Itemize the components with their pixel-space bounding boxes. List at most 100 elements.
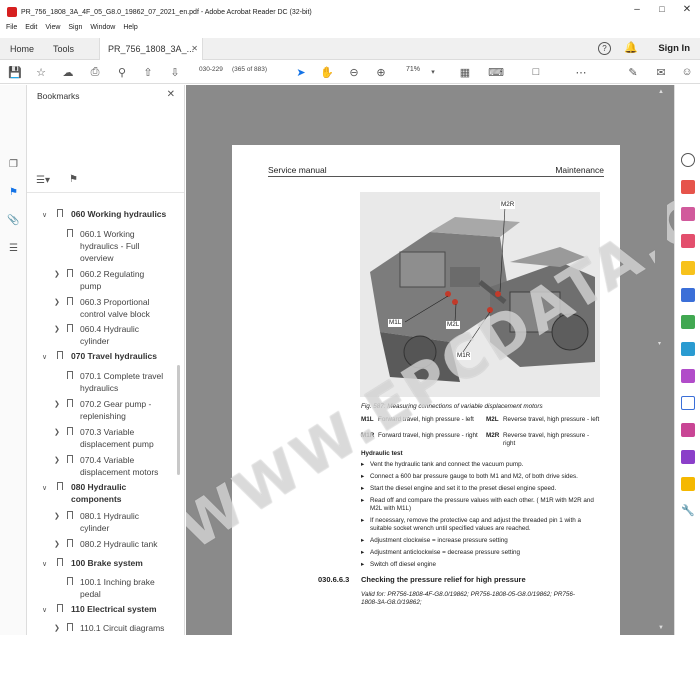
bookmarks-panel-icon[interactable]: ⚑	[7, 186, 20, 199]
bookmark-search-icon[interactable]: ⚑	[69, 174, 78, 185]
bookmark-070-4[interactable]: 070.4 Variable displacement motors	[80, 454, 172, 478]
help-icon[interactable]: ?	[598, 42, 611, 55]
chevron-down-icon[interactable]: ▾	[426, 65, 440, 79]
create-pdf-icon[interactable]	[681, 207, 695, 221]
chevron-right-icon[interactable]: ❯	[54, 270, 60, 278]
acrobat-app-icon	[7, 7, 17, 17]
stamp-icon[interactable]	[681, 477, 695, 491]
chevron-down-icon[interactable]: ∨	[42, 353, 47, 361]
scroll-up-icon[interactable]: ▲	[658, 89, 664, 95]
enhance-scans-icon[interactable]	[681, 342, 695, 356]
sign-in-link[interactable]: Sign In	[658, 43, 690, 54]
tab-document[interactable]: PR_756_1808_3A_... ✕	[99, 38, 203, 60]
maximize-button[interactable]: □	[653, 4, 671, 14]
chevron-right-icon[interactable]: ❯	[54, 400, 60, 408]
export-pdf-icon[interactable]	[681, 180, 695, 194]
close-panel-icon[interactable]: ✕	[167, 89, 175, 100]
bookmark-080[interactable]: 080 Hydraulic components	[71, 481, 151, 505]
bookmark-070-3[interactable]: 070.3 Variable displacement pump	[80, 426, 172, 450]
bookmark-110[interactable]: 110 Electrical system	[71, 603, 179, 615]
chevron-right-icon[interactable]: ❯	[54, 428, 60, 436]
organize-pages-icon[interactable]	[681, 315, 695, 329]
chevron-right-icon[interactable]: ❯	[54, 456, 60, 464]
wrench-icon[interactable]: 🔧	[681, 504, 695, 518]
fill-sign-icon[interactable]	[681, 369, 695, 383]
bookmark-070-2[interactable]: 070.2 Gear pump - replenishing	[80, 398, 164, 422]
close-tab-icon[interactable]: ✕	[191, 38, 198, 60]
send-comments-icon[interactable]	[681, 450, 695, 464]
bookmark-070[interactable]: 070 Travel hydraulics	[71, 350, 179, 362]
left-nav-strip: ❐ ⚑ 📎 ☰	[0, 85, 27, 635]
page-down-icon[interactable]: ⇩	[168, 65, 182, 79]
tab-bar: Home Tools PR_756_1808_3A_... ✕ ? 🔔 Sign…	[0, 38, 700, 60]
chevron-right-icon[interactable]: ❯	[54, 298, 60, 306]
zoom-out-icon[interactable]: ⊖	[347, 65, 361, 79]
step-4: Read off and compare the pressure values…	[370, 497, 594, 512]
bookmark-star-icon[interactable]: ☆	[34, 65, 48, 79]
scroll-down-icon[interactable]: ▼	[658, 625, 664, 631]
sign-pen-icon[interactable]: ✎	[626, 65, 640, 79]
protect-icon[interactable]	[681, 396, 695, 410]
bookmark-icon	[67, 399, 73, 410]
bookmark-icon	[57, 604, 63, 615]
bookmark-icon	[67, 455, 73, 466]
request-sign-icon[interactable]	[681, 423, 695, 437]
document-scrollbar[interactable]: ▲ ▾ ▼	[655, 85, 667, 635]
tab-tools[interactable]: Tools	[53, 38, 74, 60]
bookmarks-panel: Bookmarks ✕ ☰▾ ⚑ ∨ 060 Working hydraulic…	[27, 85, 185, 635]
comment-icon[interactable]: □	[529, 65, 543, 79]
layers-icon[interactable]: ☰	[7, 242, 20, 255]
bookmark-070-1[interactable]: 070.1 Complete travel hydraulics	[80, 370, 172, 394]
bookmark-060-3[interactable]: 060.3 Proportional control valve block	[80, 296, 166, 320]
email-icon[interactable]: ✉	[654, 65, 668, 79]
bookmark-060-1[interactable]: 060.1 Working hydraulics - Full overview	[80, 228, 158, 264]
step-1: Vent the hydraulic tank and connect the …	[370, 461, 524, 468]
chevron-down-icon[interactable]: ∨	[42, 560, 47, 568]
attachments-icon[interactable]: 📎	[7, 214, 20, 227]
more-options-icon[interactable]: ⋯	[574, 65, 588, 79]
select-cursor-icon[interactable]: ➤	[294, 65, 308, 79]
page-number-input[interactable]: 030-229	[199, 66, 223, 73]
keyboard-icon[interactable]: ⌨	[488, 65, 504, 79]
cloud-upload-icon[interactable]: ☁	[61, 65, 75, 79]
hand-tool-icon[interactable]: ✋	[320, 65, 334, 79]
bookmark-080-1[interactable]: 080.1 Hydraulic cylinder	[80, 510, 158, 534]
bookmark-080-2[interactable]: 080.2 Hydraulic tank	[80, 538, 180, 550]
chevron-right-icon[interactable]: ❯	[54, 512, 60, 520]
save-icon[interactable]: 💾	[8, 65, 22, 79]
scroll-middle-icon[interactable]: ▾	[658, 340, 661, 347]
minimize-button[interactable]: –	[628, 4, 646, 15]
step-8: Switch off diesel engine	[370, 561, 437, 568]
bookmarks-scrollbar[interactable]	[177, 365, 180, 475]
bookmark-060-2[interactable]: 060.2 Regulating pump	[80, 268, 160, 292]
chevron-right-icon[interactable]: ❯	[54, 540, 60, 548]
bookmark-110-1[interactable]: 110.1 Circuit diagrams	[80, 622, 180, 634]
tab-home[interactable]: Home	[10, 38, 34, 60]
chevron-down-icon[interactable]: ∨	[42, 211, 47, 219]
bookmark-100-1[interactable]: 100.1 Inching brake pedal	[80, 576, 164, 600]
chevron-down-icon[interactable]: ∨	[42, 606, 47, 614]
bookmark-options-icon[interactable]: ☰▾	[36, 175, 50, 186]
close-window-button[interactable]: ✕	[678, 4, 696, 15]
chevron-down-icon[interactable]: ∨	[42, 484, 47, 492]
step-7: Adjustment anticlockwise = decrease pres…	[370, 549, 520, 556]
chevron-right-icon[interactable]: ❯	[54, 624, 60, 632]
bookmark-060[interactable]: 060 Working hydraulics	[71, 208, 179, 220]
search-zoom-icon[interactable]	[681, 153, 695, 167]
combine-files-icon[interactable]	[681, 288, 695, 302]
legend-code-m2l: M2L	[486, 416, 499, 423]
zoom-level-select[interactable]: 71%	[406, 66, 420, 73]
account-icon[interactable]: ☺	[680, 65, 694, 79]
comment-tool-icon[interactable]	[681, 261, 695, 275]
page-up-icon[interactable]: ⇧	[141, 65, 155, 79]
edit-pdf-icon[interactable]	[681, 234, 695, 248]
pages-icon[interactable]: ❐	[7, 158, 20, 171]
bookmark-060-4[interactable]: 060.4 Hydraulic cylinder	[80, 323, 150, 347]
search-icon[interactable]: ⚲	[115, 65, 129, 79]
bell-icon[interactable]: 🔔	[624, 41, 638, 54]
fit-page-icon[interactable]: ▦	[458, 65, 472, 79]
bookmark-100[interactable]: 100 Brake system	[71, 557, 179, 569]
chevron-right-icon[interactable]: ❯	[54, 325, 60, 333]
print-icon[interactable]: ⎙	[88, 65, 102, 79]
zoom-in-icon[interactable]: ⊕	[374, 65, 388, 79]
